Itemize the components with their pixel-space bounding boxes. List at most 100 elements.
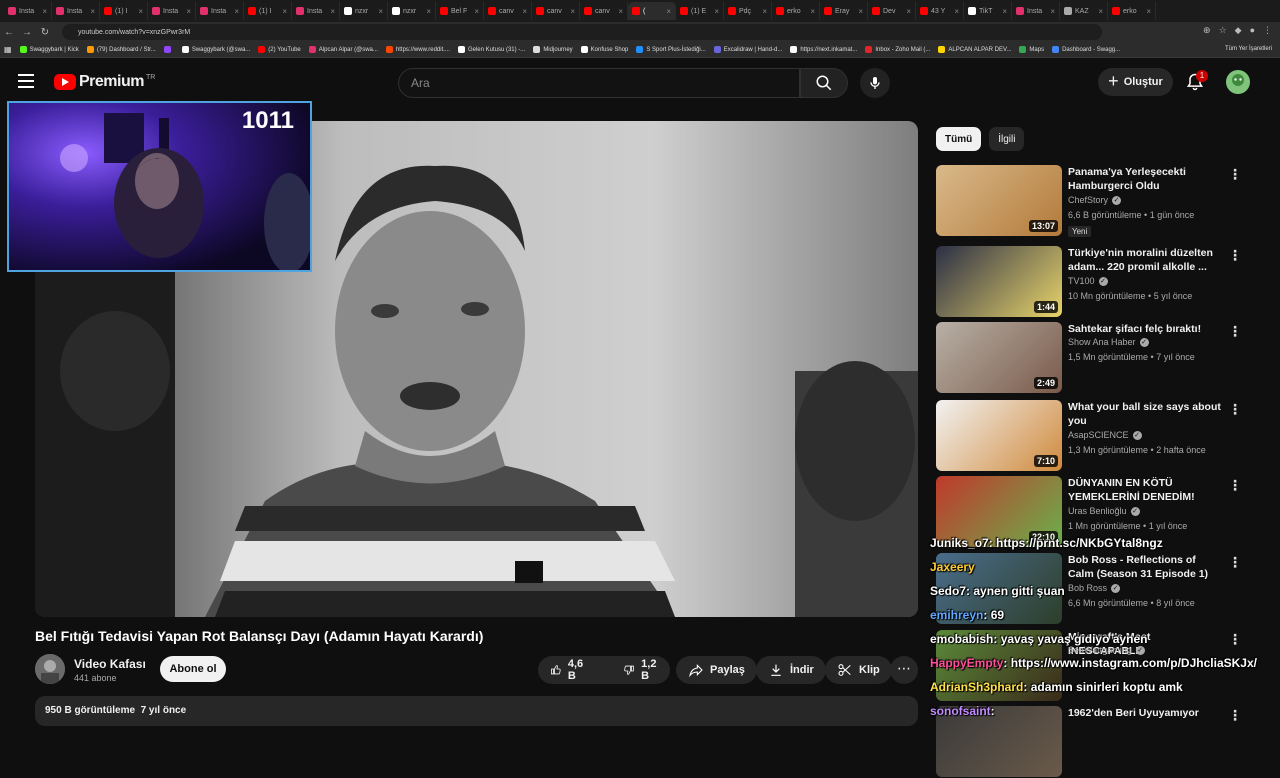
tab-close-icon[interactable]: × bbox=[330, 7, 335, 16]
browser-tab[interactable]: Insta × bbox=[52, 2, 100, 20]
browser-tab[interactable]: Bel F × bbox=[436, 2, 484, 20]
extension-icon[interactable]: ◆ bbox=[1235, 25, 1242, 36]
browser-tab[interactable]: Dev × bbox=[868, 2, 916, 20]
menu-icon[interactable] bbox=[18, 74, 34, 88]
tab-close-icon[interactable]: × bbox=[618, 7, 623, 16]
tab-close-icon[interactable]: × bbox=[1146, 7, 1151, 16]
more-actions-icon[interactable]: ⋯ bbox=[890, 656, 918, 684]
browser-tab[interactable]: canv × bbox=[484, 2, 532, 20]
bookmark-item[interactable]: (2) YouTube bbox=[258, 46, 301, 53]
recommendation-title[interactable]: Sahtekar şifacı felç bıraktı! bbox=[1068, 322, 1224, 336]
chip-1[interactable]: İlgili bbox=[989, 127, 1025, 151]
share-button[interactable]: Paylaş bbox=[676, 656, 757, 684]
bookmark-item[interactable]: S Sport Plus-İstediği... bbox=[636, 46, 706, 53]
bookmark-item[interactable]: Maps bbox=[1019, 46, 1044, 53]
browser-tab[interactable]: (1) I × bbox=[100, 2, 148, 20]
bookmark-item[interactable]: https://next.inkamat... bbox=[790, 46, 857, 53]
browser-tab[interactable]: (1) I × bbox=[244, 2, 292, 20]
recommendation-channel[interactable]: SeaWattgaming ✓ bbox=[1068, 645, 1145, 655]
tab-close-icon[interactable]: × bbox=[1098, 7, 1103, 16]
kebab-menu-icon[interactable]: ⋮ bbox=[1228, 402, 1242, 416]
bookmark-item[interactable]: Dashboard - Swagg... bbox=[1052, 46, 1120, 53]
recommendation-item[interactable]: 1:44 Türkiye'nin moralini düzelten adam..… bbox=[936, 246, 1246, 318]
recommendation-channel[interactable]: TV100 ✓ bbox=[1068, 276, 1108, 286]
browser-tab[interactable]: Insta × bbox=[1012, 2, 1060, 20]
recommendation-title[interactable]: DÜNYANIN EN KÖTÜ YEMEKLERİNİ DENEDİM! bbox=[1068, 476, 1224, 504]
kebab-menu-icon[interactable]: ⋮ bbox=[1228, 167, 1242, 181]
channel-name[interactable]: Video Kafası bbox=[74, 657, 146, 671]
bookmark-item[interactable]: (79) Dashboard / Str... bbox=[86, 46, 156, 53]
browser-tab[interactable]: TikT × bbox=[964, 2, 1012, 20]
description-box[interactable]: 950 B görüntüleme 7 yıl önce bbox=[35, 696, 918, 726]
browser-tab[interactable]: ( × bbox=[628, 2, 676, 20]
chip-0[interactable]: Tümü bbox=[936, 127, 982, 151]
browser-tab[interactable]: (1) E × bbox=[676, 2, 724, 20]
bookmark-item[interactable]: Swaggybark (@swa... bbox=[181, 46, 250, 53]
kebab-menu-icon[interactable]: ⋮ bbox=[1228, 478, 1242, 492]
create-button[interactable]: + Oluştur bbox=[1098, 68, 1173, 96]
recommendation-item[interactable]: 13:07 Panama'ya Yerleşecekti Hamburgerci … bbox=[936, 165, 1246, 237]
voice-search-button[interactable] bbox=[860, 68, 890, 98]
recommendation-channel[interactable]: Uras Benlioğlu ✓ bbox=[1068, 506, 1140, 516]
zoom-icon[interactable]: ⊕ bbox=[1203, 25, 1211, 36]
recommendation-channel[interactable]: Bob Ross ✓ bbox=[1068, 583, 1121, 593]
bookmark-item[interactable]: Inbox - Zoho Mail (... bbox=[865, 46, 930, 53]
tab-close-icon[interactable]: × bbox=[186, 7, 191, 16]
recommendation-thumbnail[interactable]: 7:10 bbox=[936, 400, 1062, 471]
tab-close-icon[interactable]: × bbox=[666, 7, 671, 16]
forward-icon[interactable]: → bbox=[18, 27, 36, 38]
recommendation-thumbnail[interactable]: 13:07 bbox=[936, 165, 1062, 236]
bookmark-star-icon[interactable]: ☆ bbox=[1219, 25, 1227, 36]
browser-tab[interactable]: canv × bbox=[532, 2, 580, 20]
kebab-menu-icon[interactable]: ⋮ bbox=[1228, 632, 1242, 646]
tab-close-icon[interactable]: × bbox=[234, 7, 239, 16]
channel-avatar[interactable] bbox=[35, 654, 65, 684]
all-bookmarks[interactable]: Tüm Yer İşaretleri bbox=[1225, 46, 1272, 52]
tab-close-icon[interactable]: × bbox=[1050, 7, 1055, 16]
kebab-menu-icon[interactable]: ⋮ bbox=[1228, 248, 1242, 262]
tab-close-icon[interactable]: × bbox=[426, 7, 431, 16]
bookmark-item[interactable]: Konfuse Shop bbox=[580, 46, 628, 53]
browser-tab[interactable]: 43 Y × bbox=[916, 2, 964, 20]
subscribe-button[interactable]: Abone ol bbox=[160, 656, 226, 682]
tab-close-icon[interactable]: × bbox=[474, 7, 479, 16]
recommendation-channel[interactable]: ChefStory ✓ bbox=[1068, 195, 1122, 205]
browser-tab[interactable]: nzxr × bbox=[388, 2, 436, 20]
recommendation-thumbnail[interactable]: 1:44 bbox=[936, 246, 1062, 317]
kebab-menu-icon[interactable]: ⋮ bbox=[1228, 555, 1242, 569]
bookmark-item[interactable]: Excalidraw | Hand-d... bbox=[713, 46, 782, 53]
browser-tab[interactable]: nzxr × bbox=[340, 2, 388, 20]
bookmark-item[interactable]: Swaggybark | Kick bbox=[19, 46, 79, 53]
tab-close-icon[interactable]: × bbox=[138, 7, 143, 16]
reload-icon[interactable]: ↻ bbox=[36, 27, 54, 38]
download-button[interactable]: İndir bbox=[756, 656, 826, 684]
browser-tab[interactable]: erko × bbox=[772, 2, 820, 20]
recommendation-channel[interactable]: AsapSCIENCE ✓ bbox=[1068, 430, 1142, 440]
browser-tab[interactable]: Pdç × bbox=[724, 2, 772, 20]
browser-tab[interactable]: Eray × bbox=[820, 2, 868, 20]
tab-close-icon[interactable]: × bbox=[714, 7, 719, 16]
tab-close-icon[interactable]: × bbox=[1002, 7, 1007, 16]
recommendation-title[interactable]: Türkiye'nin moralini düzelten adam... 22… bbox=[1068, 246, 1224, 274]
bookmark-item[interactable]: Midjourney bbox=[533, 46, 573, 53]
bookmark-item[interactable]: Alpcan Alpar (@swa... bbox=[308, 46, 378, 53]
apps-icon[interactable]: ▦ bbox=[4, 45, 12, 54]
browser-tab[interactable]: Insta × bbox=[148, 2, 196, 20]
kebab-menu-icon[interactable]: ⋮ bbox=[1228, 324, 1242, 338]
clip-button[interactable]: Klip bbox=[825, 656, 892, 684]
tab-close-icon[interactable]: × bbox=[282, 7, 287, 16]
tab-close-icon[interactable]: × bbox=[570, 7, 575, 16]
recommendation-title[interactable]: Panama'ya Yerleşecekti Hamburgerci Oldu bbox=[1068, 165, 1224, 193]
back-icon[interactable]: ← bbox=[0, 27, 18, 38]
browser-tab[interactable]: canv × bbox=[580, 2, 628, 20]
recommendation-title[interactable]: What your ball size says about you bbox=[1068, 400, 1224, 428]
tab-close-icon[interactable]: × bbox=[378, 7, 383, 16]
recommendation-item[interactable]: 7:10 What your ball size says about you As… bbox=[936, 400, 1246, 472]
search-button[interactable] bbox=[800, 68, 848, 98]
avatar[interactable] bbox=[1226, 70, 1250, 94]
like-button[interactable]: 4,6 B bbox=[538, 656, 599, 684]
recommendation-item[interactable]: 2:49 Sahtekar şifacı felç bıraktı! Show An… bbox=[936, 322, 1246, 394]
tab-close-icon[interactable]: × bbox=[954, 7, 959, 16]
tab-close-icon[interactable]: × bbox=[90, 7, 95, 16]
recommendation-thumbnail[interactable]: 2:49 bbox=[936, 322, 1062, 393]
